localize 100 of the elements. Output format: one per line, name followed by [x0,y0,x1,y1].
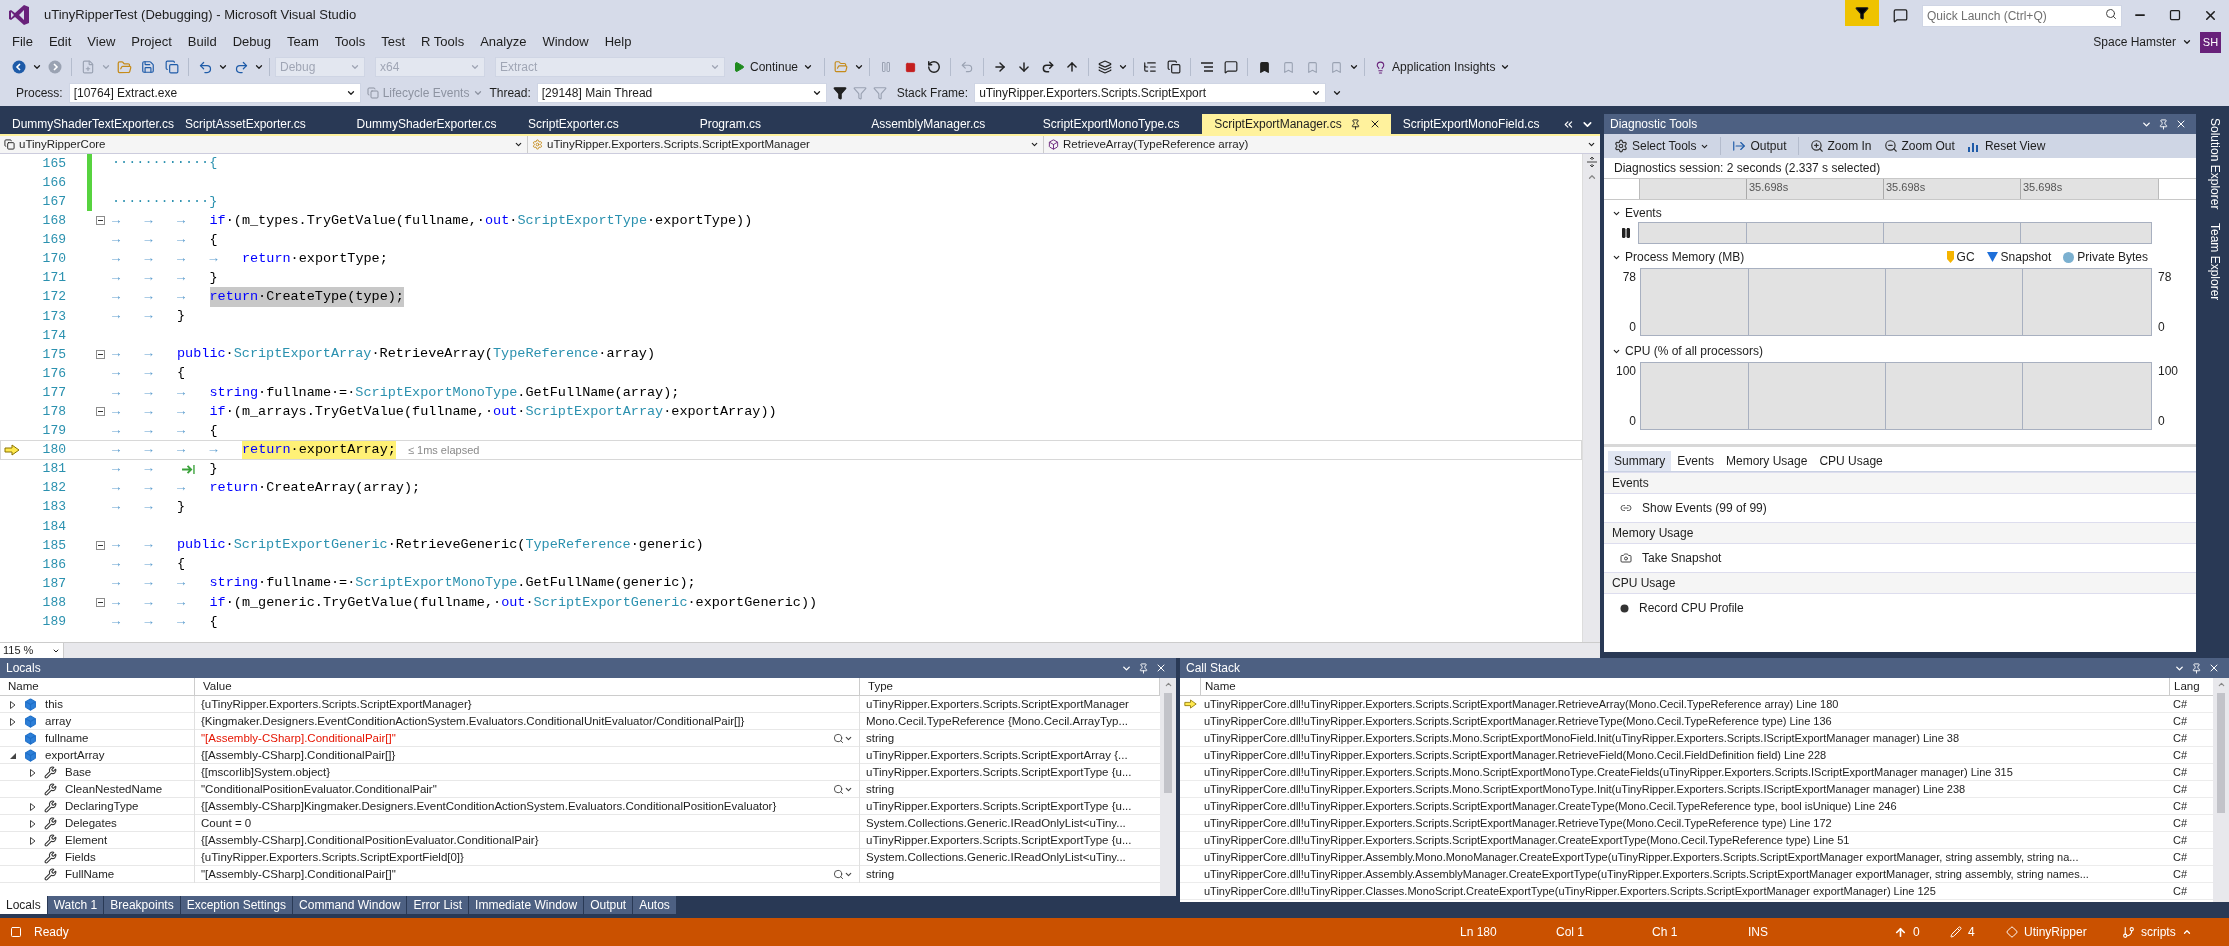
tool-window-tab[interactable]: Output [584,896,633,914]
expand-icon[interactable] [10,717,16,726]
menu-item[interactable]: Help [596,32,640,52]
side-tab[interactable]: Team Explorer [2205,223,2224,301]
branch-button[interactable]: scripts [2122,923,2192,941]
vertical-scrollbar[interactable] [1160,678,1176,896]
tool-window-tab[interactable]: Autos [633,896,676,914]
tool-window-tab[interactable]: Exception Settings [180,896,293,914]
collapse-icon[interactable] [95,598,105,608]
column-header[interactable]: Value [195,678,860,696]
feedback-icon[interactable] [1893,7,1908,23]
collapse-icon[interactable] [95,216,105,226]
document-tab[interactable]: ScriptExportMonoField.cs [1390,114,1563,134]
publish-button[interactable]: 0 [1894,923,1944,941]
split-icon[interactable] [1585,156,1598,168]
stack-frame[interactable]: uTinyRipperCore.dll!uTinyRipper.Exporters.Scripts.ScriptExportManager.RetrieveType(Mono.Cecil.TypeReference type) Line 136 [1200,712,2169,730]
tool-window-tab[interactable]: Locals [0,896,47,914]
scroll-up-icon[interactable] [1163,680,1173,689]
stack-frame[interactable]: uTinyRipperCore.dll!uTinyRipper.Exporters.Scripts.Mono.ScriptExportMonoType.Init(uTinyRipper.Exporters.Scripts.IScriptExportManager manager) Line 238 [1200,780,2169,798]
scroll-up-icon[interactable] [1586,172,1597,182]
diagnostics-tool-button[interactable]: Select Tools [1610,136,1714,156]
member-dropdown[interactable]: RetrieveArray(TypeReference array) [1044,136,1600,153]
pin-icon[interactable] [1138,662,1149,674]
side-tab[interactable]: Solution Explorer [2205,118,2224,210]
vertical-scrollbar[interactable] [2213,678,2229,902]
quick-launch-field[interactable]: Quick Launch (Ctrl+Q) [1922,5,2122,27]
collapse-icon[interactable] [9,751,17,760]
diagnostics-tab[interactable]: Events [1671,450,1721,471]
tool-window-tab[interactable]: Watch 1 [47,896,104,914]
scrollbar-thumb[interactable] [1164,693,1172,793]
avatar[interactable]: SH [2200,31,2221,53]
collapse-icon[interactable] [95,407,105,417]
section-action[interactable]: Show Events (99 of 99) [1604,494,2196,522]
continue-button[interactable]: Continue [727,56,820,78]
menu-item[interactable]: Debug [224,32,279,52]
visualizer-button[interactable] [833,784,853,796]
stack-frame[interactable]: uTinyRipperCore.dll!uTinyRipper.Assembly.AssemblyManager.CreateExportType(uTinyRipper.Exporters.Scripts.ScriptExportManager exportManager, string assembly, string names... [1200,865,2169,883]
menu-item[interactable]: Window [534,32,597,52]
expand-icon[interactable] [10,700,16,709]
column-header[interactable]: Name [1200,678,2169,696]
section-action[interactable]: Record CPU Profile [1604,594,2196,622]
document-tab[interactable]: DummyShaderExporter.cs [344,114,517,134]
stack-frame[interactable]: uTinyRipperCore.dll!uTinyRipper.Exporters.Scripts.ScriptExportManager.RetrieveType(Mono.Cecil.TypeReference type) Line 172 [1200,814,2169,832]
stack-frame[interactable]: uTinyRipperCore.dll!uTinyRipper.Exporters.Scripts.ScriptExportManager.CreateExportType(Mono.Cecil.TypeReference type) Line 51 [1200,831,2169,849]
expand-icon[interactable] [30,802,36,811]
stack-frame[interactable]: uTinyRipperCore.dll!uTinyRipper.Assembly.Mono.MonoManager.CreateExportType(uTinyRipper.Exporters.Scripts.ScriptExportManager exportManager, string assembly, string na... [1200,848,2169,866]
scrollbar-thumb[interactable] [2217,693,2225,813]
diagnostics-tool-button[interactable]: Zoom In [1805,136,1876,156]
menu-item[interactable]: Test [373,32,413,52]
tool-window-tab[interactable]: Error List [407,896,469,914]
close-icon[interactable] [1155,662,1167,674]
visualizer-button[interactable] [833,869,853,881]
repository-button[interactable]: UtinyRipper [2006,923,2116,941]
account-name[interactable]: Space Hamster [2093,33,2176,51]
pause-icon[interactable] [1620,227,1632,239]
document-tab[interactable]: Program.cs [687,114,860,134]
stack-frame[interactable]: uTinyRipperCore.dll!uTinyRipper.Exporters.Scripts.Mono.ScriptExportMonoField.Init(uTinyRipper.Exporters.Scripts.IScriptExportManager manager) Line 38 [1200,729,2169,747]
document-tab[interactable]: ScriptAssetExporter.cs [173,114,345,134]
close-icon[interactable] [2175,118,2187,130]
column-header[interactable]: Name [0,678,195,696]
document-tab[interactable]: DummyShaderTextExporter.cs [0,114,173,134]
zoom-dropdown[interactable]: 115 % [0,643,64,658]
menu-item[interactable]: File [4,32,41,52]
stack-frame[interactable]: uTinyRipperCore.dll!uTinyRipper.Exporters.Scripts.ScriptExportManager.RetrieveArray(Mono.Cecil.TypeReference array) Line 180 [1200,695,2169,713]
stack-frame-dropdown[interactable]: uTinyRipper.Exporters.Scripts.ScriptExport [974,83,1327,103]
process-dropdown[interactable]: [10764] Extract.exe [68,83,361,103]
stack-frame[interactable]: uTinyRipperCore.dll!uTinyRipper.Exporters.Scripts.Mono.ScriptExportMonoType.CreateFields(uTinyRipper.Exporters.Scripts.IScriptExportManager manager) Line 315 [1200,763,2169,781]
scroll-up-icon[interactable] [2216,680,2226,689]
maximize-icon[interactable] [2169,9,2181,21]
diagnostics-tool-button[interactable]: Output [1728,136,1791,156]
stack-frame[interactable]: uTinyRipperCore.dll!uTinyRipper.Exporters.Scripts.ScriptExportManager.RetrieveField(Mono.Cecil.FieldDefinition field) Line 228 [1200,746,2169,764]
menu-item[interactable]: Project [123,32,180,52]
document-tab[interactable]: ScriptExporter.cs [516,114,688,134]
diagnostics-tool-button[interactable]: Zoom Out [1879,136,1959,156]
vertical-scrollbar[interactable] [1582,154,1600,642]
visualizer-button[interactable] [833,733,853,745]
diagnostics-tool-button[interactable]: Reset View [1962,136,2050,156]
tool-window-tab[interactable]: Breakpoints [104,896,180,914]
collapse-icon[interactable] [95,350,105,359]
search-icon[interactable] [2105,8,2117,20]
expand-icon[interactable] [30,768,36,777]
notifications-button[interactable] [1845,0,1879,26]
diagnostics-tab[interactable]: CPU Usage [1813,450,1889,471]
menu-item[interactable]: View [79,32,124,52]
pending-changes-button[interactable]: 4 [1950,923,2000,941]
timeline-ruler[interactable]: 35.698s 35.698s 35.698s [1639,179,2159,199]
menu-item[interactable]: R Tools [413,32,473,52]
stack-frame[interactable]: uTinyRipperCore.dll!uTinyRipper.Exporters.Scripts.ScriptExportManager.CreateType(Mono.Cecil.TypeReference type, bool isUnique) Line 246 [1200,797,2169,815]
menu-item[interactable]: Build [179,32,225,52]
thread-dropdown[interactable]: [29148] Main Thread [536,83,827,103]
document-tab[interactable]: ScriptExportMonoType.cs [1030,114,1203,134]
expand-icon[interactable] [30,819,36,828]
type-dropdown[interactable]: uTinyRipper.Exporters.Scripts.ScriptExportManager [528,136,1044,153]
expand-icon[interactable] [30,836,36,845]
tool-window-tab[interactable]: Command Window [293,896,407,914]
menu-item[interactable]: Analyze [472,32,535,52]
pin-icon[interactable] [2158,118,2169,130]
application-insights-button[interactable]: Application Insights [1370,56,1515,78]
horizontal-scrollbar[interactable] [64,643,1600,658]
menu-item[interactable]: Team [279,32,327,52]
